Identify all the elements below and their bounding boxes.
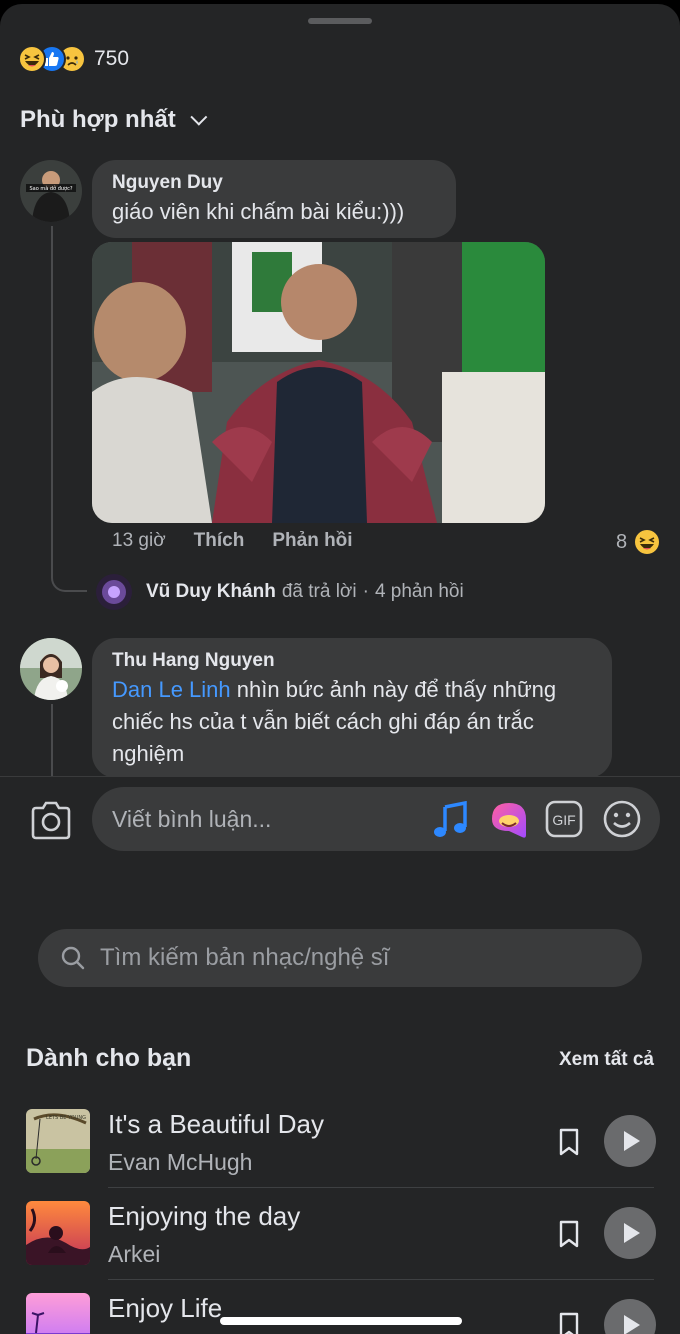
section-title: Dành cho bạn (26, 1044, 192, 1072)
emoji-icon[interactable] (602, 799, 642, 839)
bookmark-icon[interactable] (556, 1127, 582, 1157)
track-title: Enjoying the day (108, 1201, 301, 1231)
play-button[interactable] (604, 1207, 656, 1259)
play-button[interactable] (604, 1115, 656, 1167)
comment-author[interactable]: Nguyen Duy (112, 172, 436, 194)
thread-connector (51, 226, 87, 592)
avatar-sticker-icon[interactable] (488, 799, 530, 841)
album-art (26, 1201, 90, 1265)
avatar (96, 574, 132, 610)
comment-time: 13 giờ (112, 530, 166, 551)
avatar[interactable]: Sao mà dở được? (20, 160, 82, 222)
haha-reaction-icon (633, 528, 662, 556)
album-art-text: LETS BE YOUNG (46, 1115, 86, 1121)
comment-text: Dan Le Linh nhìn bức ảnh này để thấy nhữ… (112, 674, 592, 770)
avatar-caption: Sao mà dở được? (29, 185, 72, 192)
sort-label: Phù hợp nhất (20, 106, 176, 133)
reply-separator: · (362, 581, 369, 602)
comment-meta: 13 giờ Thích Phản hồi (112, 530, 381, 552)
album-art: LETS BE YOUNG (26, 1109, 90, 1173)
like-button[interactable]: Thích (194, 530, 245, 552)
thread-connector (51, 704, 53, 778)
comment-input-pill[interactable]: GIF (92, 787, 660, 851)
album-art (26, 1293, 90, 1334)
reaction-summary[interactable]: 750 (18, 44, 129, 74)
gif-label: GIF (552, 812, 575, 828)
bookmark-icon[interactable] (556, 1219, 582, 1249)
music-search-bar[interactable] (38, 929, 642, 987)
track-artist: Evan McHugh (108, 1149, 253, 1175)
camera-icon[interactable] (30, 801, 72, 841)
track-title: Enjoy Life (108, 1293, 223, 1323)
sort-dropdown[interactable]: Phù hợp nhất (20, 106, 208, 134)
music-search-input[interactable] (100, 941, 620, 975)
comment-text: giáo viên khi chấm bài kiểu:))) (112, 199, 405, 224)
comment-reaction-number: 8 (616, 530, 628, 553)
comment-composer: GIF (0, 776, 680, 866)
search-icon (60, 945, 86, 971)
comment-input[interactable] (112, 801, 412, 837)
play-button[interactable] (604, 1299, 656, 1334)
comments-sheet: 750 Phù hợp nhất Sao mà dở được? Nguyen … (0, 4, 680, 1334)
track-title: It's a Beautiful Day (108, 1109, 324, 1139)
reply-action: đã trả lời (281, 581, 357, 602)
divider (108, 1279, 654, 1280)
comment-photo[interactable] (92, 242, 545, 523)
reaction-count: 750 (94, 47, 130, 70)
track-row[interactable]: Enjoying the day Arkei (0, 1201, 680, 1293)
divider (108, 1187, 654, 1188)
reply-button[interactable]: Phản hồi (272, 530, 352, 552)
sheet-grabber[interactable] (308, 18, 372, 24)
track-row[interactable]: Enjoy Life Ai (0, 1293, 680, 1334)
see-all-link[interactable]: Xem tất cả (559, 1049, 654, 1071)
gif-icon[interactable]: GIF (544, 799, 584, 839)
music-picker: Dành cho bạn Xem tất cả LETS BE YOUNG It… (0, 866, 680, 1334)
comment-author[interactable]: Thu Hang Nguyen (112, 650, 592, 672)
haha-reaction-icon (18, 45, 46, 73)
home-indicator (220, 1317, 462, 1325)
comment-bubble[interactable]: Thu Hang Nguyen Dan Le Linh nhìn bức ảnh… (92, 638, 612, 778)
track-row[interactable]: LETS BE YOUNG It's a Beautiful Day Evan … (0, 1109, 680, 1201)
mention-link[interactable]: Dan Le Linh (112, 677, 231, 702)
music-note-icon[interactable] (432, 801, 470, 839)
comment-reaction-count[interactable]: 8 (616, 528, 662, 556)
reply-count: 4 phản hồi (374, 581, 464, 602)
chevron-down-icon (190, 108, 208, 126)
reply-author: Vũ Duy Khánh (146, 581, 276, 602)
bookmark-icon[interactable] (556, 1311, 582, 1334)
track-artist: Arkei (108, 1241, 161, 1267)
avatar[interactable] (20, 638, 82, 700)
replies-link[interactable]: Vũ Duy Khánh đã trả lời · 4 phản hồi (96, 574, 464, 610)
comment-bubble[interactable]: Nguyen Duy giáo viên khi chấm bài kiểu:)… (92, 160, 456, 238)
